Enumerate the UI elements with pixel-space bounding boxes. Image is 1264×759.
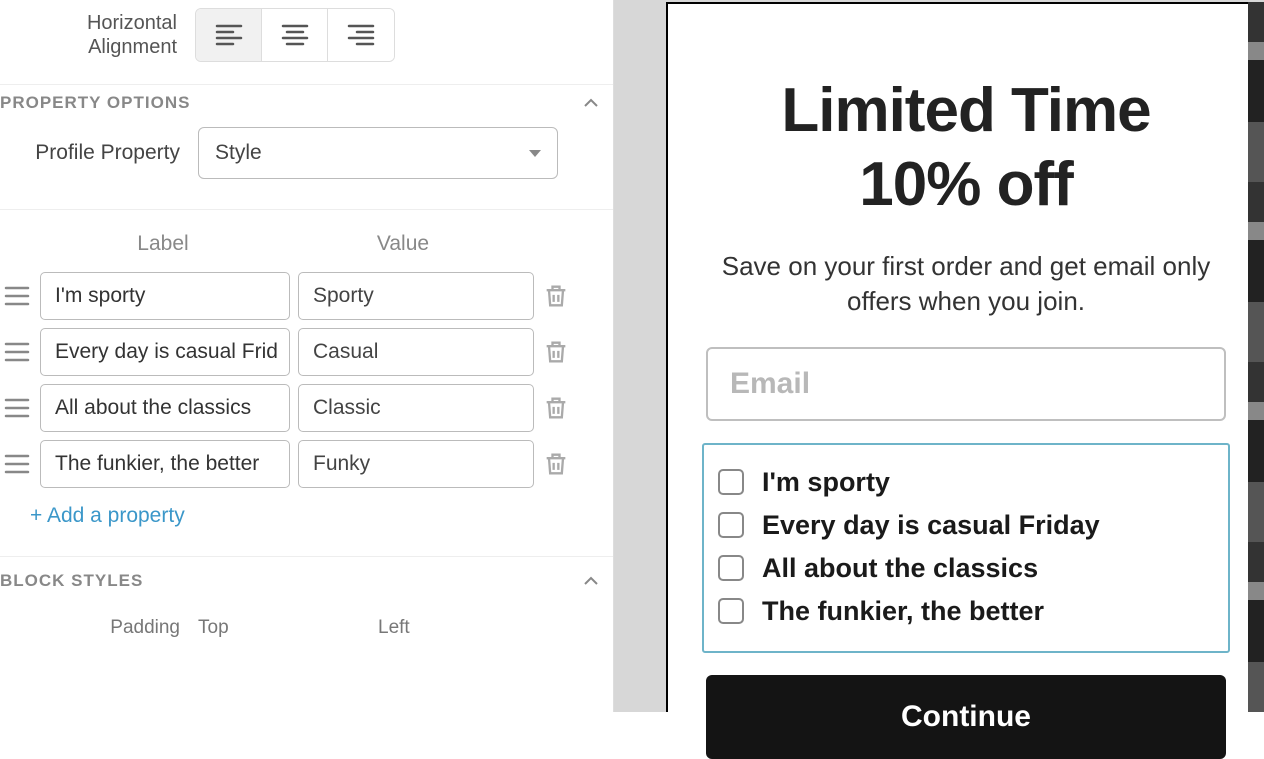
option-value-select[interactable]: Classic xyxy=(298,384,534,432)
profile-property-value: Style xyxy=(215,141,262,165)
delete-icon[interactable] xyxy=(542,394,570,422)
column-header-label: Label xyxy=(38,232,288,256)
delete-icon[interactable] xyxy=(542,450,570,478)
block-styles-header[interactable]: BLOCK STYLES xyxy=(0,556,613,599)
subheadline: Save on your first order and get email o… xyxy=(711,249,1221,319)
checkbox-option[interactable]: The funkier, the better xyxy=(718,590,1214,633)
grip-icon xyxy=(4,285,30,307)
padding-top-label: Top xyxy=(198,617,378,639)
delete-icon[interactable] xyxy=(542,338,570,366)
checkbox-icon xyxy=(718,598,744,624)
continue-button[interactable]: Continue xyxy=(706,675,1226,759)
email-placeholder: Email xyxy=(730,367,810,401)
padding-row: Padding Top Left xyxy=(0,599,613,639)
editor-panel: Horizontal Alignment PROPERTY OPTIONS Pr… xyxy=(0,0,614,712)
alignment-label: Horizontal Alignment xyxy=(10,11,195,59)
padding-label: Padding xyxy=(10,617,198,639)
align-left-icon xyxy=(215,24,243,46)
align-center-icon xyxy=(281,24,309,46)
property-options-header[interactable]: PROPERTY OPTIONS xyxy=(0,84,613,121)
property-options-title: PROPERTY OPTIONS xyxy=(0,93,190,113)
delete-icon[interactable] xyxy=(542,282,570,310)
drag-handle[interactable] xyxy=(2,285,32,307)
checkbox-option[interactable]: All about the classics xyxy=(718,547,1214,590)
grip-icon xyxy=(4,397,30,419)
drag-handle[interactable] xyxy=(2,453,32,475)
block-styles-title: BLOCK STYLES xyxy=(0,571,143,591)
add-property-link[interactable]: + Add a property xyxy=(0,492,613,552)
option-row: Every day is casual Frid Casual xyxy=(0,324,613,380)
align-left-button[interactable] xyxy=(196,9,262,61)
align-center-button[interactable] xyxy=(262,9,328,61)
grip-icon xyxy=(4,341,30,363)
padding-left-label: Left xyxy=(378,617,558,639)
checkbox-icon xyxy=(718,555,744,581)
align-right-button[interactable] xyxy=(328,9,394,61)
horizontal-alignment-row: Horizontal Alignment xyxy=(0,8,613,62)
background-image-strip xyxy=(1248,2,1264,712)
profile-property-label: Profile Property xyxy=(10,141,198,165)
checkbox-icon xyxy=(718,512,744,538)
option-value-select[interactable]: Casual xyxy=(298,328,534,376)
align-right-icon xyxy=(347,24,375,46)
drag-handle[interactable] xyxy=(2,341,32,363)
email-input[interactable]: Email xyxy=(706,347,1226,421)
option-row: I'm sporty Sporty xyxy=(0,268,613,324)
checkbox-group: I'm sporty Every day is casual Friday Al… xyxy=(702,443,1230,653)
checkbox-option[interactable]: I'm sporty xyxy=(718,461,1214,504)
chevron-up-icon xyxy=(581,93,601,113)
preview-gutter xyxy=(614,0,666,712)
alignment-button-group xyxy=(195,8,395,62)
block-styles-section: BLOCK STYLES Padding Top Left xyxy=(0,556,613,639)
chevron-up-icon xyxy=(581,571,601,591)
profile-property-select[interactable]: Style xyxy=(198,127,558,179)
options-table-head: Label Value xyxy=(0,210,613,268)
preview-canvas: Limited Time 10% off Save on your first … xyxy=(666,0,1264,712)
option-row: All about the classics Classic xyxy=(0,380,613,436)
option-value-select[interactable]: Funky xyxy=(298,440,534,488)
grip-icon xyxy=(4,453,30,475)
option-label-input[interactable]: I'm sporty xyxy=(40,272,290,320)
option-row: The funkier, the better Funky xyxy=(0,436,613,492)
option-label-input[interactable]: The funkier, the better xyxy=(40,440,290,488)
checkbox-icon xyxy=(718,469,744,495)
option-label-input[interactable]: Every day is casual Frid xyxy=(40,328,290,376)
popup-card: Limited Time 10% off Save on your first … xyxy=(666,2,1264,712)
caret-down-icon xyxy=(529,150,541,157)
option-value-select[interactable]: Sporty xyxy=(298,272,534,320)
column-header-value: Value xyxy=(288,232,518,256)
headline-line1: Limited Time xyxy=(700,74,1232,148)
option-label-input[interactable]: All about the classics xyxy=(40,384,290,432)
checkbox-option[interactable]: Every day is casual Friday xyxy=(718,504,1214,547)
drag-handle[interactable] xyxy=(2,397,32,419)
profile-property-row: Profile Property Style xyxy=(0,121,613,209)
headline-line2: 10% off xyxy=(700,148,1232,222)
